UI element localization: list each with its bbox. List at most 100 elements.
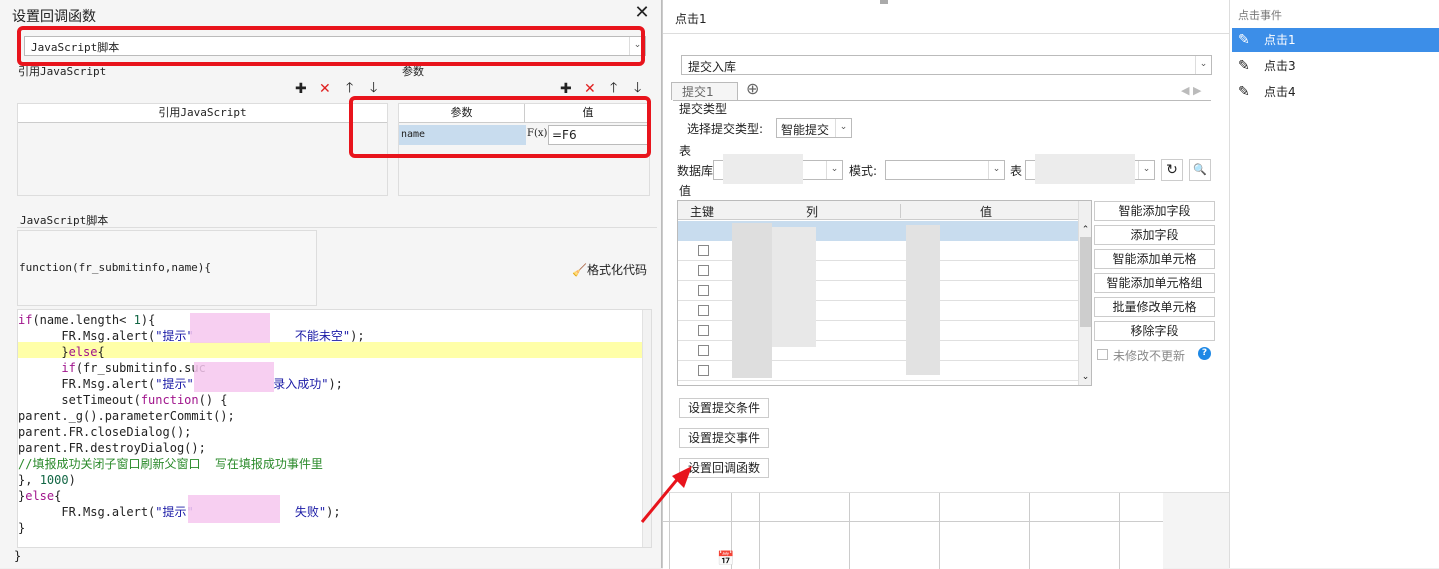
add-icon[interactable]: ✚ [295,81,307,97]
value-section-label: 值 [679,184,692,198]
preview-icon[interactable]: 🔍 [1189,159,1211,181]
annotation-box [17,26,645,66]
broom-icon: 🧹 [572,263,587,277]
add-param-icon[interactable]: ✚ [560,81,572,97]
param-up-icon[interactable]: 🡑 [610,80,617,96]
mode-label: 模式: [849,164,878,178]
col-header-value: 值 [980,205,993,219]
primary-key-checkbox[interactable] [698,365,709,376]
event-item-label: 点击4 [1264,85,1296,99]
chevron-down-icon: ⌄ [988,161,1004,179]
param-down-icon[interactable]: 🡓 [634,80,641,96]
edit-icon[interactable]: ✎ [1238,54,1250,78]
calendar-icon[interactable]: 📅 [717,551,734,567]
primary-key-checkbox[interactable] [698,305,709,316]
chevron-down-icon: ⌄ [826,161,842,179]
code-line: //填报成功关闭子窗口刷新父窗口 写在填报成功事件里 [18,457,323,471]
event-item-label: 点击3 [1264,59,1296,73]
field-action-button[interactable]: 智能添加字段 [1094,201,1215,221]
event-item[interactable]: ✎ 点击4 [1232,80,1439,104]
submit-setting-button[interactable]: 设置提交条件 [679,398,769,418]
field-action-button[interactable]: 批量修改单元格 [1094,297,1215,317]
event-title: 点击1 [675,12,707,26]
code-line: FR.Msg.alert("提示" 录入成功"); [18,377,343,391]
callback-dialog: 设置回调函数 ✕ JavaScript脚本 ⌄ 引用JavaScript 参数 … [0,0,662,568]
function-signature: function(fr_submitinfo,name){ [19,261,212,274]
primary-key-checkbox[interactable] [698,285,709,296]
field-action-button[interactable]: 添加字段 [1094,225,1215,245]
tab-submit1[interactable]: 提交1 [671,82,738,100]
event-item[interactable]: ✎ 点击1 [1232,28,1439,52]
code-line: parent.FR.closeDialog(); [18,425,192,439]
help-icon[interactable]: ? [1198,347,1211,360]
field-action-button[interactable]: 智能添加单元格组 [1094,273,1215,293]
code-editor[interactable]: if(name.length< 1){ FR.Msg.alert("提示" 不能… [17,309,652,548]
submit-setting-button[interactable]: 设置提交事件 [679,428,769,448]
primary-key-checkbox[interactable] [698,325,709,336]
code-line: }else{ [18,489,62,503]
refresh-icon[interactable]: ↻ [1161,159,1183,181]
col-header-key: 主键 [690,205,715,219]
scroll-down-icon[interactable]: ⌄ [1079,372,1091,382]
edit-icon[interactable]: ✎ [1238,80,1250,104]
primary-key-checkbox[interactable] [698,245,709,256]
primary-key-checkbox[interactable] [698,345,709,356]
divider [17,227,657,228]
event-settings-panel: 点击1 提交入库 ⌄ 提交1 ⊕ ◀ ▶ 提交类型 选择提交类型: 智能提交 ⌄… [662,0,1230,569]
ref-js-header: 引用JavaScript [18,104,387,123]
code-line: parent._g().parameterCommit(); [18,409,235,423]
grid-scrollbar[interactable]: ⌃ ⌄ [1078,201,1091,385]
code-line: } [18,521,26,535]
edit-icon[interactable]: ✎ [1238,28,1250,52]
primary-key-checkbox[interactable] [698,265,709,276]
field-grid[interactable]: 主键 列 值 ⌃ ⌄ [677,200,1092,386]
chevron-down-icon: ⌄ [1195,56,1211,74]
event-list-panel: 点击事件 ✎ 点击1 ✎ 点击3 ✎ 点击4 [1229,0,1439,568]
chevron-down-icon: ⌄ [1138,161,1154,179]
format-code-button[interactable]: 🧹格式化代码 [572,261,647,278]
dialog-title: 设置回调函数 [12,9,96,25]
table-section-label: 表 [679,144,692,158]
redaction [188,495,280,523]
current-line-highlight [18,342,643,358]
field-action-button[interactable]: 移除字段 [1094,321,1215,341]
event-item[interactable]: ✎ 点击3 [1232,54,1439,78]
code-line: }else{ [18,345,105,359]
delete-param-icon[interactable]: ✕ [584,81,596,97]
col-header-column: 列 [806,205,819,219]
code-line: }, 1000) [18,473,76,487]
move-down-icon[interactable]: 🡓 [370,80,377,96]
chevron-down-icon: ⌄ [835,119,851,137]
code-line: setTimeout(function() { [18,393,228,407]
code-line: if(fr_submitinfo.suc [61,361,206,375]
action-value: 提交入库 [688,60,737,74]
closing-brace: } [14,549,22,563]
redaction [194,362,274,392]
field-action-button[interactable]: 智能添加单元格 [1094,249,1215,269]
code-line: FR.Msg.alert("提示" 失败"); [18,505,341,519]
format-code-label: 格式化代码 [586,263,647,277]
no-update-checkbox[interactable] [1097,349,1108,360]
move-up-icon[interactable]: 🡑 [346,80,353,96]
tab-nav-icon[interactable]: ◀ ▶ [1181,84,1201,97]
annotation-arrow [640,466,692,523]
primary-key-checkbox[interactable] [698,385,709,386]
select-submit-type-label: 选择提交类型: [687,122,764,136]
delete-icon[interactable]: ✕ [319,81,331,97]
code-line: if(name.length< 1){ [18,313,156,327]
close-icon[interactable]: ✕ [632,3,652,23]
submit-type-value: 智能提交 [781,123,830,137]
scroll-up-icon[interactable]: ⌃ [1079,225,1091,235]
submit-type-select[interactable]: 智能提交 ⌄ [776,118,852,138]
code-line: parent.FR.destroyDialog(); [18,441,206,455]
script-section-label: JavaScript脚本 [20,214,109,227]
action-select[interactable]: 提交入库 ⌄ [681,55,1212,75]
table-row[interactable] [678,381,1078,386]
submit-type-label: 提交类型 [679,102,728,116]
event-item-label: 点击1 [1264,33,1296,47]
sheet-area: 📅 [663,492,1230,569]
add-tab-icon[interactable]: ⊕ [746,79,759,98]
db-label: 数据库 [677,164,714,178]
mode-select[interactable]: ⌄ [885,160,1005,180]
annotation-box [349,96,651,158]
